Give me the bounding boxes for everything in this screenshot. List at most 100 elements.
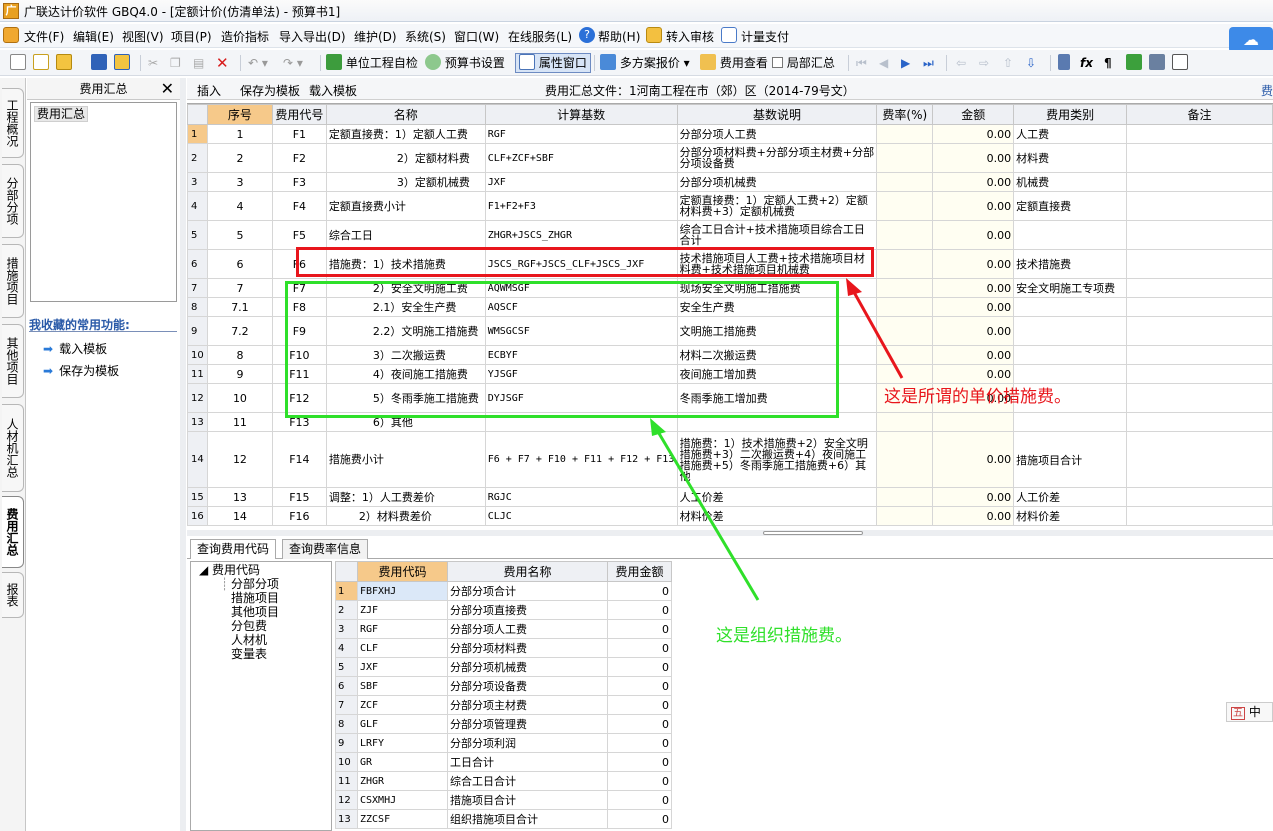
cell-fee-amount[interactable]: 0	[607, 638, 672, 658]
undo-icon[interactable]: ↶ ▾	[248, 54, 268, 72]
new-project-icon[interactable]	[33, 54, 49, 72]
cell-seq[interactable]: 12	[206, 431, 273, 488]
cell-rate[interactable]	[876, 316, 934, 346]
cell-base-desc[interactable]: 分部分项材料费+分部分项主材费+分部分项设备费	[676, 143, 878, 173]
cell-rate[interactable]	[876, 220, 934, 250]
first-icon[interactable]: ⏮	[856, 54, 867, 72]
save-template-button[interactable]: 保存为模板	[240, 82, 300, 99]
tab-fee-summary[interactable]: 费用汇总	[2, 496, 24, 568]
tab-measure-items[interactable]: 措施项目	[2, 244, 24, 318]
move-up-icon[interactable]: ⇧	[1003, 54, 1013, 72]
cell-base-desc[interactable]: 材料价差	[676, 506, 878, 526]
insert-button[interactable]: 插入	[197, 82, 221, 99]
cell-name[interactable]: 措施费小计	[325, 431, 486, 488]
row-number[interactable]: 11	[187, 364, 208, 384]
col-remark[interactable]: 备注	[1126, 104, 1273, 125]
cell-code[interactable]: F3	[271, 172, 327, 192]
cell-category[interactable]: 技术措施费	[1013, 249, 1128, 279]
row-number[interactable]: 12	[187, 383, 208, 413]
cell-code[interactable]: F2	[271, 143, 327, 173]
cell-category[interactable]: 人工价差	[1013, 487, 1128, 507]
row-number[interactable]: 4	[187, 191, 208, 221]
menu-view[interactable]: 视图(V)	[122, 28, 164, 45]
cell-base-desc[interactable]: 分部分项机械费	[676, 172, 878, 192]
cell-category[interactable]	[1013, 412, 1128, 432]
cell-amount[interactable]: 0.00	[932, 506, 1015, 526]
folder-icon[interactable]	[114, 54, 130, 72]
cell-fee-code[interactable]: SBF	[357, 676, 448, 696]
cell-rate[interactable]	[876, 172, 934, 192]
cell-seq[interactable]: 7.2	[206, 316, 273, 346]
table-row[interactable]: 2 2 F2 2）定额材料费 CLF+ZCF+SBF 分部分项材料费+分部分项主材费+分部…	[187, 143, 1273, 173]
menu-system[interactable]: 系统(S)	[405, 28, 446, 45]
row-number[interactable]: 6	[187, 249, 208, 279]
delete-icon[interactable]: ✕	[216, 54, 229, 72]
menu-edit[interactable]: 编辑(E)	[73, 28, 114, 45]
move-right-icon[interactable]: ⇨	[979, 54, 989, 72]
cell-remark[interactable]	[1126, 278, 1273, 298]
row-number[interactable]: 16	[187, 506, 208, 526]
table-row[interactable]: 5 JXF 分部分项机械费 0	[335, 657, 672, 677]
col-fee-amount[interactable]: 费用金额	[607, 561, 672, 582]
cell-fee-code[interactable]: FBFXHJ	[357, 581, 448, 601]
cell-amount[interactable]: 0.00	[932, 316, 1015, 346]
row-number[interactable]: 7	[335, 695, 358, 715]
properties-window-button[interactable]: 属性窗口	[515, 53, 591, 73]
tree-item-labor-material[interactable]: 人材机	[231, 633, 267, 647]
cell-base[interactable]: CLF+ZCF+SBF	[484, 143, 678, 173]
row-number[interactable]: 1	[335, 581, 358, 601]
cell-category[interactable]: 人工费	[1013, 124, 1128, 144]
table-row[interactable]: 1 FBFXHJ 分部分项合计 0	[335, 581, 672, 601]
move-left-icon[interactable]: ⇦	[956, 54, 966, 72]
table-row[interactable]: 1 1 F1 定额直接费：1）定额人工费 RGF 分部分项人工费 0.00 人工费	[187, 124, 1273, 144]
cell-amount[interactable]: 0.00	[932, 143, 1015, 173]
cell-category[interactable]	[1013, 364, 1128, 384]
cell-fee-amount[interactable]: 0	[607, 600, 672, 620]
row-number[interactable]: 8	[187, 297, 208, 317]
cell-name[interactable]: 定额直接费小计	[325, 191, 486, 221]
row-number[interactable]: 10	[187, 345, 208, 365]
cell-name[interactable]: 2）定额材料费	[325, 143, 486, 173]
cell-rate[interactable]	[876, 297, 934, 317]
cell-category[interactable]: 材料价差	[1013, 506, 1128, 526]
fav-save-template[interactable]: ➡ 保存为模板	[43, 362, 119, 379]
redo-icon[interactable]: ↷ ▾	[283, 54, 303, 72]
menu-online[interactable]: 在线服务(L)	[508, 28, 572, 45]
cell-fee-name[interactable]: 工日合计	[447, 752, 608, 772]
cell-seq[interactable]: 8	[206, 345, 273, 365]
new-icon[interactable]	[10, 54, 26, 72]
cell-fee-amount[interactable]: 0	[607, 733, 672, 753]
move-down-icon[interactable]: ⇩	[1026, 54, 1036, 72]
tab-query-fee-code[interactable]: 查询费用代码	[190, 539, 277, 559]
row-number[interactable]: 7	[187, 278, 208, 298]
cell-seq[interactable]: 13	[206, 487, 273, 507]
cell-name[interactable]: 调整：1）人工费差价	[325, 487, 486, 507]
row-number[interactable]: 13	[187, 412, 208, 432]
cell-rate[interactable]	[876, 487, 934, 507]
cell-base[interactable]: RGJC	[484, 487, 678, 507]
cell-remark[interactable]	[1126, 143, 1273, 173]
tree-item-measures[interactable]: 措施项目	[231, 591, 279, 605]
table-row[interactable]: 5 5 F5 综合工日 ZHGR+JSCS_ZHGR 综合工日合计+技术措施项目综合工日合…	[187, 220, 1273, 250]
cell-base-desc[interactable]: 措施费：1）技术措施费+2）安全文明措施费+3）二次搬运费+4）夜间施工措施费+…	[676, 431, 878, 488]
row-number[interactable]: 3	[335, 619, 358, 639]
cell-remark[interactable]	[1126, 297, 1273, 317]
cell-fee-name[interactable]: 分部分项管理费	[447, 714, 608, 734]
cell-seq[interactable]: 7.1	[206, 297, 273, 317]
tree-item-variables[interactable]: 变量表	[231, 647, 267, 661]
row-number[interactable]: 10	[335, 752, 358, 772]
cell-seq[interactable]: 1	[206, 124, 273, 144]
table-row[interactable]: 8 GLF 分部分项管理费 0	[335, 714, 672, 734]
cell-amount[interactable]: 0.00	[932, 172, 1015, 192]
cell-remark[interactable]	[1126, 172, 1273, 192]
row-number[interactable]: 5	[335, 657, 358, 677]
table-row[interactable]: 10 GR 工日合计 0	[335, 752, 672, 772]
cell-remark[interactable]	[1126, 249, 1273, 279]
cell-remark[interactable]	[1126, 345, 1273, 365]
cell-fee-code[interactable]: GR	[357, 752, 448, 772]
paragraph-icon[interactable]: ¶	[1104, 54, 1112, 72]
cell-amount[interactable]: 0.00	[932, 345, 1015, 365]
cell-code[interactable]: F16	[271, 506, 327, 526]
cell-base-desc[interactable]: 综合工日合计+技术措施项目综合工日合计	[676, 220, 878, 250]
tree-item-subcontract[interactable]: 分包费	[231, 619, 267, 633]
